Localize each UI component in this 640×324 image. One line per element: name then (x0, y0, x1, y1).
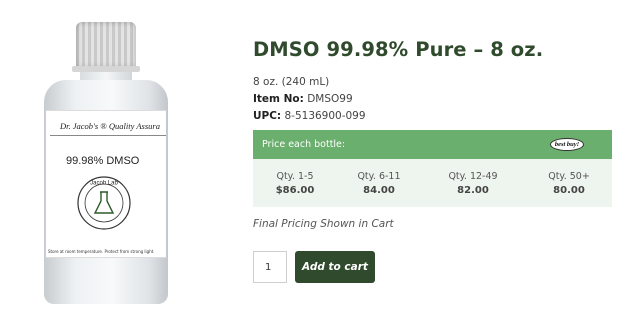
product-title: DMSO 99.98% Pure – 8 oz. (253, 38, 544, 61)
item-number-value: DMSO99 (307, 93, 353, 105)
tier-quantity: Qty. 6-11 (357, 171, 401, 182)
upc-code: UPC: 8-5136900-099 (253, 110, 366, 122)
tier-price: 82.00 (457, 185, 489, 196)
label-brand-text: Dr. Jacob's ® Quality Assura (60, 121, 160, 131)
label-warning-text: Store at room temperature. Protect from … (48, 249, 155, 254)
add-to-cart-button[interactable]: Add to cart (295, 251, 375, 283)
final-pricing-note: Final Pricing Shown in Cart (253, 218, 394, 230)
bottle-label: Dr. Jacob's ® Quality Assura 99.98% DMSO… (46, 110, 166, 258)
item-number: Item No: DMSO99 (253, 93, 353, 105)
tier-price: 80.00 (553, 185, 585, 196)
tier-price: 84.00 (363, 185, 395, 196)
price-tier: Qty. 1-5 $86.00 (255, 171, 335, 196)
quantity-input[interactable] (253, 251, 287, 283)
price-header-label: Price each bottle: (262, 139, 346, 150)
tier-quantity: Qty. 1-5 (276, 171, 314, 182)
product-size: 8 oz. (240 mL) (253, 76, 330, 88)
price-tier: Qty. 6-11 84.00 (339, 171, 419, 196)
price-table-body: Qty. 1-5 $86.00 Qty. 6-11 84.00 Qty. 12-… (253, 159, 612, 207)
tier-price: $86.00 (275, 185, 315, 196)
price-table-header: Price each bottle: best buy! (253, 130, 612, 159)
price-tier: Qty. 12-49 82.00 (433, 171, 513, 196)
best-buy-badge: best buy! (550, 138, 584, 151)
bottle-cap (76, 22, 136, 68)
tier-quantity: Qty. 50+ (548, 171, 590, 182)
item-number-label: Item No: (253, 93, 304, 105)
upc-value: 8-5136900-099 (284, 110, 366, 122)
jacob-lab-logo-icon: Jacob Lab (77, 176, 131, 230)
upc-label: UPC: (253, 110, 282, 122)
price-tier: Qty. 50+ 80.00 (529, 171, 609, 196)
tier-quantity: Qty. 12-49 (448, 171, 498, 182)
label-product-name: 99.98% DMSO (66, 155, 140, 167)
label-divider (50, 135, 166, 136)
logo-text: Jacob Lab (90, 181, 118, 187)
product-image[interactable]: Dr. Jacob's ® Quality Assura 99.98% DMSO… (42, 22, 172, 304)
